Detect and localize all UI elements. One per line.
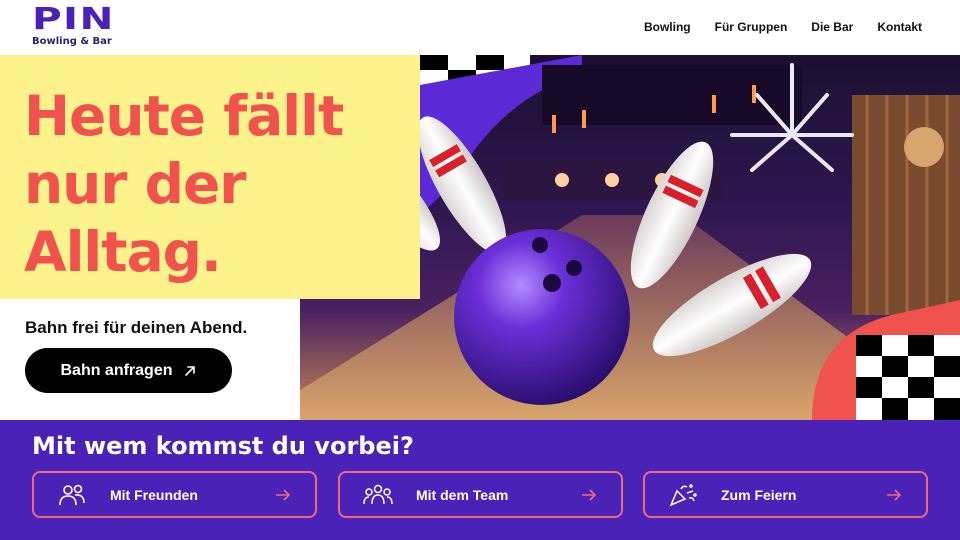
headline-line-1: Heute fällt: [24, 84, 344, 148]
card-label: Mit Freunden: [110, 487, 198, 503]
arrow-right-icon: [582, 489, 597, 501]
hero-headline: Heute fällt nur der Alltag.: [24, 82, 424, 286]
disco-ball: [904, 127, 944, 167]
group-section-title: Mit wem kommst du vorbei?: [32, 432, 414, 460]
hero-tagline: Bahn frei für deinen Abend.: [25, 318, 248, 337]
party-popper-icon: [669, 484, 697, 507]
arrow-right-icon: [887, 489, 902, 501]
site-header: PIN Bowling & Bar Bowling Für Gruppen Di…: [0, 0, 960, 55]
bowling-ball: [454, 229, 630, 405]
friends-icon: [59, 484, 85, 506]
card-label: Mit dem Team: [416, 487, 509, 503]
nav-item-die-bar[interactable]: Die Bar: [811, 20, 853, 34]
main-nav: Bowling Für Gruppen Die Bar Kontakt: [644, 20, 922, 34]
card-label: Zum Feiern: [721, 487, 797, 503]
nav-item-bowling[interactable]: Bowling: [644, 20, 691, 34]
headline-line-3: Alltag.: [24, 220, 222, 284]
arrow-right-icon: [276, 489, 291, 501]
checker-pattern-bottom: [856, 335, 960, 420]
cta-label: Bahn anfragen: [60, 361, 173, 379]
arrow-up-right-icon: [184, 365, 195, 376]
team-icon: [363, 484, 393, 505]
card-with-team[interactable]: Mit dem Team: [338, 471, 623, 518]
nav-item-fuer-gruppen[interactable]: Für Gruppen: [715, 20, 788, 34]
request-lane-button[interactable]: Bahn anfragen: [25, 348, 232, 393]
logo[interactable]: PIN Bowling & Bar: [32, 5, 113, 48]
card-to-celebrate[interactable]: Zum Feiern: [643, 471, 928, 518]
nav-item-kontakt[interactable]: Kontakt: [877, 20, 922, 34]
logo-subtitle: Bowling & Bar: [32, 36, 112, 47]
logo-wordmark: PIN: [32, 2, 115, 37]
card-with-friends[interactable]: Mit Freunden: [32, 471, 317, 518]
headline-line-2: nur der: [24, 152, 246, 216]
